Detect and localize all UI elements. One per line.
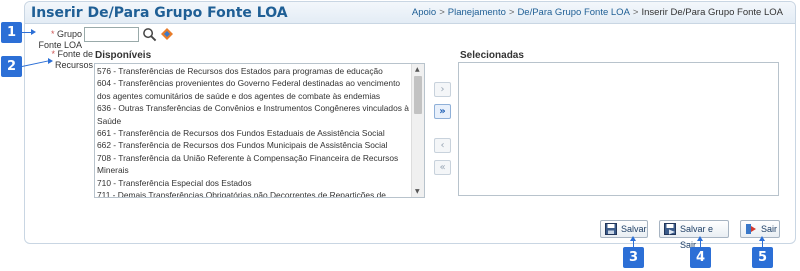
breadcrumb: Apoio > Planejamento > De/Para Grupo Fonte L… [411, 7, 783, 18]
remove-one-button[interactable]: ‹ [434, 138, 451, 153]
breadcrumb-item-current: Inserir De/Para Grupo Fonte LOA [641, 7, 783, 18]
breadcrumb-item-depara[interactable]: De/Para Grupo Fonte LOA [517, 7, 629, 18]
grupo-fonte-label: * Grupo Fonte LOA [38, 29, 82, 50]
annotation-arrowhead-1 [31, 29, 36, 35]
exit-icon [746, 224, 756, 234]
add-all-button[interactable]: » [434, 104, 451, 119]
disponiveis-title: Disponíveis [95, 50, 152, 61]
scroll-up-icon[interactable]: ▲ [415, 66, 420, 73]
panel-header: Inserir De/Para Grupo Fonte LOA Apoio > Pl… [25, 2, 795, 24]
scroll-down-icon[interactable]: ▼ [415, 188, 420, 195]
annotation-arrowhead-5 [759, 236, 765, 241]
grupo-fonte-input[interactable] [84, 27, 139, 42]
sair-label: Sair [761, 224, 778, 234]
disponiveis-list[interactable]: 576 - Transferências de Recursos dos Est… [94, 63, 425, 198]
annotation-badge-3: 3 [623, 247, 644, 268]
breadcrumb-item-planejamento[interactable]: Planejamento [448, 7, 506, 18]
list-item[interactable]: 710 - Transferência Especial dos Estados [97, 177, 409, 189]
list-item[interactable]: 708 - Transferência da União Referente à… [97, 152, 409, 177]
annotation-arrowhead-4 [697, 236, 703, 241]
list-scrollbar[interactable]: ▲ ▼ [411, 64, 424, 197]
annotation-badge-1: 1 [1, 22, 22, 43]
list-item[interactable]: 604 - Transferências provenientes do Gov… [97, 77, 409, 102]
annotation-badge-4: 4 [690, 247, 711, 268]
remove-all-button[interactable]: « [434, 160, 451, 175]
selecionadas-title: Selecionadas [460, 50, 524, 61]
page-title: Inserir De/Para Grupo Fonte LOA [31, 5, 288, 21]
list-item[interactable]: 636 - Outras Transferências de Convênios… [97, 102, 409, 127]
salvar-e-sair-button[interactable]: Salvar e Sair [659, 220, 729, 250]
list-item[interactable]: 661 - Transferência de Recursos dos Fund… [97, 127, 409, 139]
scrollbar-thumb[interactable] [414, 76, 422, 114]
annotation-arrowhead-2 [48, 58, 53, 64]
selecionadas-list[interactable] [458, 62, 779, 196]
search-icon[interactable] [142, 27, 157, 42]
salvar-button[interactable]: Salvar [600, 220, 648, 238]
fonte-recursos-label: * Fonte de Recursos [51, 49, 93, 70]
annotation-arrow-4 [700, 240, 701, 248]
annotation-badge-5: 5 [752, 247, 773, 268]
salvar-label: Salvar [621, 224, 647, 234]
eraser-icon[interactable] [161, 28, 173, 40]
annotation-arrowhead-3 [630, 236, 636, 241]
list-item[interactable]: 576 - Transferências de Recursos dos Est… [97, 65, 409, 77]
save-icon [605, 223, 617, 235]
list-item[interactable]: 662 - Transferência de Recursos dos Fund… [97, 139, 409, 151]
breadcrumb-item-apoio[interactable]: Apoio [412, 7, 436, 18]
annotation-arrow-3 [633, 240, 634, 248]
annotation-badge-2: 2 [1, 56, 22, 77]
list-item[interactable]: 711 - Demais Transferências Obrigatórias… [97, 189, 409, 197]
annotation-arrow-5 [762, 240, 763, 248]
add-one-button[interactable]: › [434, 82, 451, 97]
save-exit-icon [664, 223, 676, 235]
